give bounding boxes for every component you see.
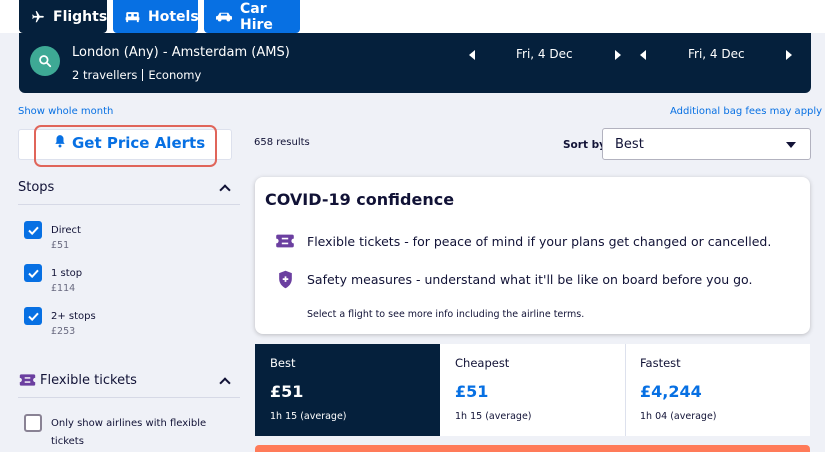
divider <box>18 204 240 205</box>
return-next-arrow-icon[interactable] <box>786 50 792 60</box>
chevron-down-icon <box>786 142 796 148</box>
stops-2plus-price: £253 <box>51 326 76 337</box>
show-whole-month-link[interactable]: Show whole month <box>18 106 113 117</box>
search-summary[interactable]: London (Any) - Amsterdam (AMS) 2 travell… <box>19 33 811 93</box>
sort-card-title: Cheapest <box>455 356 510 370</box>
sort-card-fastest[interactable]: Fastest £4,244 1h 04 (average) <box>625 344 810 436</box>
stops-heading: Stops <box>18 180 55 195</box>
results-count: 658 results <box>254 137 310 148</box>
chevron-up-icon[interactable] <box>219 184 231 196</box>
sort-select[interactable]: Best <box>602 128 811 160</box>
covid-card: COVID-19 confidence Flexible tickets - f… <box>255 177 810 334</box>
stops-1-checkbox[interactable] <box>24 264 42 282</box>
bag-fees-link[interactable]: Additional bag fees may apply <box>670 106 822 117</box>
sort-value: Best <box>615 137 644 152</box>
stops-direct-price: £51 <box>51 240 70 251</box>
cabin-text: Economy <box>148 68 202 82</box>
result-card-top <box>255 445 810 452</box>
stops-1-label[interactable]: 1 stop <box>51 268 82 279</box>
tab-hotels[interactable]: Hotels <box>113 0 199 33</box>
stops-direct-label[interactable]: Direct <box>51 225 81 236</box>
shield-icon <box>275 269 295 289</box>
stops-2plus-checkbox[interactable] <box>24 307 42 325</box>
tab-label: Hotels <box>148 8 199 25</box>
bed-icon <box>125 9 140 25</box>
sort-card-cheapest[interactable]: Cheapest £51 1h 15 (average) <box>440 344 625 436</box>
flexible-ticket-icon <box>17 372 38 391</box>
highlight-outline <box>34 125 217 167</box>
sort-card-duration: 1h 15 (average) <box>270 411 347 422</box>
search-icon[interactable] <box>30 46 60 76</box>
flexible-tickets-heading: Flexible tickets <box>40 373 137 388</box>
tab-label: Car Hire <box>240 0 273 33</box>
tab-car-hire[interactable]: Car Hire <box>204 0 300 33</box>
covid-note: Select a flight to see more info includi… <box>307 309 585 320</box>
tab-flights[interactable]: Flights <box>19 0 107 33</box>
sort-card-price: £51 <box>455 382 489 401</box>
covid-row-safety: Safety measures - understand what it'll … <box>275 269 752 289</box>
sort-card-price: £51 <box>270 382 304 401</box>
sort-card-title: Fastest <box>640 356 681 370</box>
divider <box>18 397 240 398</box>
tab-label: Flights <box>53 8 108 25</box>
sort-label: Sort by <box>563 139 606 151</box>
top-tab-bar: Flights Hotels Car Hire <box>0 0 825 33</box>
sort-cards: Best £51 1h 15 (average) Cheapest £51 1h… <box>255 344 810 436</box>
sort-card-title: Best <box>270 356 296 370</box>
check-icon <box>27 312 39 321</box>
separator <box>142 69 144 81</box>
covid-row2-text: Safety measures - understand what it'll … <box>307 271 753 287</box>
stops-1-price: £114 <box>51 283 76 294</box>
covid-row1-text: Flexible tickets - for peace of mind if … <box>307 233 772 249</box>
sort-card-duration: 1h 15 (average) <box>455 411 532 422</box>
depart-prev-arrow-icon[interactable] <box>469 50 475 60</box>
stops-2plus-label[interactable]: 2+ stops <box>51 311 96 322</box>
chevron-up-icon[interactable] <box>219 377 231 389</box>
flexible-only-label-cont[interactable]: tickets <box>51 436 84 447</box>
flexible-only-label[interactable]: Only show airlines with flexible <box>51 418 206 429</box>
travellers-text: 2 travellers <box>72 68 138 82</box>
covid-title: COVID-19 confidence <box>265 190 455 209</box>
travellers-cabin: 2 travellers Economy <box>72 68 201 82</box>
check-icon <box>27 269 39 278</box>
route-text: London (Any) - Amsterdam (AMS) <box>72 45 290 60</box>
flexible-only-checkbox[interactable] <box>24 414 42 432</box>
sort-card-price: £4,244 <box>640 382 702 401</box>
flexible-ticket-icon <box>275 231 295 251</box>
depart-date[interactable]: Fri, 4 Dec <box>516 47 573 61</box>
depart-next-arrow-icon[interactable] <box>615 50 621 60</box>
stops-direct-checkbox[interactable] <box>24 221 42 239</box>
sort-card-duration: 1h 04 (average) <box>640 411 717 422</box>
return-date[interactable]: Fri, 4 Dec <box>688 47 745 61</box>
check-icon <box>27 226 39 235</box>
car-icon <box>216 9 232 25</box>
covid-row-flexible: Flexible tickets - for peace of mind if … <box>275 231 771 251</box>
plane-icon <box>31 9 45 25</box>
sort-card-best[interactable]: Best £51 1h 15 (average) <box>255 344 440 436</box>
return-prev-arrow-icon[interactable] <box>640 50 646 60</box>
